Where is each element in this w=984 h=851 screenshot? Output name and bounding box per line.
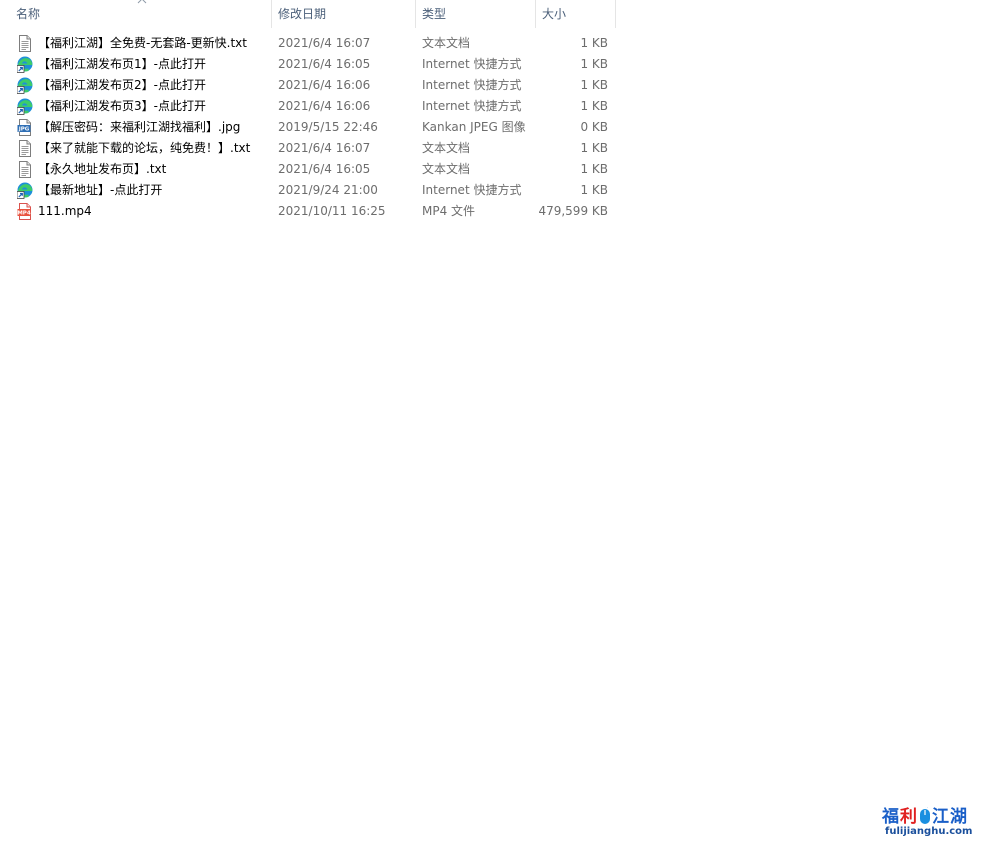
file-size: 1 KB	[580, 36, 608, 50]
jpeg-image-icon: JPG	[17, 119, 33, 136]
file-row[interactable]: 【永久地址发布页】.txt 2021/6/4 16:05 文本文档 1 KB	[0, 159, 616, 180]
file-type: Internet 快捷方式	[422, 183, 522, 197]
watermark-char: 福	[882, 807, 900, 827]
column-header-bar: 名称 修改日期 类型 大小	[0, 0, 616, 28]
file-row[interactable]: 【来了就能下载的论坛，纯免费！】.txt 2021/6/4 16:07 文本文档 1 …	[0, 138, 616, 159]
watermark-title: 福利 江湖	[882, 802, 968, 827]
file-size: 1 KB	[580, 183, 608, 197]
file-size: 0 KB	[580, 120, 608, 134]
file-name: 111.mp4	[38, 204, 92, 218]
file-date: 2021/6/4 16:05	[278, 162, 371, 176]
column-header-size[interactable]: 大小	[536, 0, 616, 28]
file-name: 【福利江湖发布页3】-点此打开	[38, 99, 206, 113]
file-name: 【永久地址发布页】.txt	[38, 162, 167, 176]
edge-shortcut-icon	[17, 98, 33, 115]
watermark-char: 湖	[950, 807, 968, 827]
file-size: 1 KB	[580, 78, 608, 92]
edge-shortcut-icon	[17, 182, 33, 199]
file-size: 479,599 KB	[538, 204, 608, 218]
file-name: 【福利江湖发布页1】-点此打开	[38, 57, 206, 71]
file-date: 2021/6/4 16:07	[278, 141, 371, 155]
edge-shortcut-icon	[17, 77, 33, 94]
file-row[interactable]: 【最新地址】-点此打开 2021/9/24 21:00 Internet 快捷方式 1…	[0, 180, 616, 201]
file-type: 文本文档	[422, 36, 471, 50]
file-size: 1 KB	[580, 57, 608, 71]
file-name: 【福利江湖发布页2】-点此打开	[38, 78, 206, 92]
mp4-video-icon: MP4	[17, 203, 33, 220]
file-row[interactable]: MP4 111.mp4 2021/10/11 16:25 MP4 文件 479,599 …	[0, 201, 616, 222]
file-size: 1 KB	[580, 162, 608, 176]
file-date: 2021/6/4 16:07	[278, 36, 371, 50]
file-type: 文本文档	[422, 162, 471, 176]
watermark-logo: 福利 江湖 fulijianghu.com	[878, 796, 978, 844]
file-date: 2019/5/15 22:46	[278, 120, 378, 134]
file-date: 2021/9/24 21:00	[278, 183, 378, 197]
file-type: Internet 快捷方式	[422, 57, 522, 71]
file-row[interactable]: 【福利江湖发布页1】-点此打开 2021/6/4 16:05 Internet 快捷…	[0, 54, 616, 75]
text-file-icon	[17, 161, 33, 178]
file-size: 1 KB	[580, 99, 608, 113]
file-date: 2021/6/4 16:05	[278, 57, 371, 71]
file-size: 1 KB	[580, 141, 608, 155]
file-date: 2021/6/4 16:06	[278, 78, 371, 92]
svg-text:MP4: MP4	[17, 211, 31, 217]
file-row[interactable]: 【福利江湖发布页3】-点此打开 2021/6/4 16:06 Internet 快捷…	[0, 96, 616, 117]
edge-shortcut-icon	[17, 56, 33, 73]
file-list: 【福利江湖】全免费-无套路-更新快.txt 2021/6/4 16:07 文本文档 1…	[0, 33, 616, 222]
file-row[interactable]: 【福利江湖】全免费-无套路-更新快.txt 2021/6/4 16:07 文本文档 1…	[0, 33, 616, 54]
svg-text:JPG: JPG	[18, 127, 30, 133]
text-file-icon	[17, 140, 33, 157]
column-divider[interactable]	[615, 0, 616, 28]
file-type: 文本文档	[422, 141, 471, 155]
file-type: Internet 快捷方式	[422, 78, 522, 92]
file-type: Internet 快捷方式	[422, 99, 522, 113]
watermark-url: fulijianghu.com	[885, 826, 973, 837]
file-date: 2021/6/4 16:06	[278, 99, 371, 113]
column-header-name[interactable]: 名称	[10, 0, 272, 28]
watermark-char: 利	[900, 807, 918, 827]
file-name: 【最新地址】-点此打开	[38, 183, 163, 197]
file-type: MP4 文件	[422, 204, 476, 218]
file-name: 【福利江湖】全免费-无套路-更新快.txt	[38, 36, 247, 50]
column-header-type[interactable]: 类型	[416, 0, 536, 28]
file-type: Kankan JPEG 图像	[422, 120, 526, 134]
file-date: 2021/10/11 16:25	[278, 204, 386, 218]
file-name: 【解压密码：来福利江湖找福利】.jpg	[38, 120, 241, 134]
mouse-icon	[920, 807, 930, 824]
file-row[interactable]: JPG 【解压密码：来福利江湖找福利】.jpg 2019/5/15 22:46 Kan…	[0, 117, 616, 138]
file-name: 【来了就能下载的论坛，纯免费！】.txt	[38, 141, 251, 155]
column-header-date[interactable]: 修改日期	[272, 0, 416, 28]
watermark-char: 江	[932, 807, 950, 827]
text-file-icon	[17, 35, 33, 52]
file-row[interactable]: 【福利江湖发布页2】-点此打开 2021/6/4 16:06 Internet 快捷…	[0, 75, 616, 96]
